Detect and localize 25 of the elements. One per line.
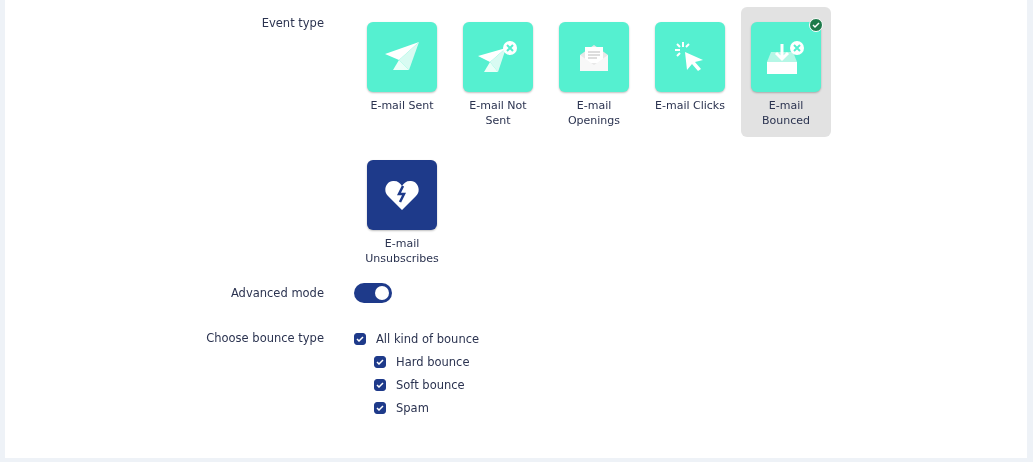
field-label: Choose bounce type <box>206 331 324 345</box>
inbox-cross-icon <box>767 40 805 74</box>
event-type-option[interactable]: E-mail Sent <box>357 7 447 137</box>
event-type-option[interactable]: E-mail Clicks <box>645 7 735 137</box>
check-badge-icon <box>809 18 823 32</box>
paper-plane-cross-icon <box>478 40 518 74</box>
open-envelope-icon <box>580 43 608 71</box>
cursor-click-icon <box>675 42 705 72</box>
checkbox-label: All kind of bounce <box>376 331 480 347</box>
event-type-option[interactable]: E-mail Bounced <box>741 7 831 137</box>
event-type-option[interactable]: E-mail Openings <box>549 7 639 137</box>
broken-heart-icon <box>385 180 419 210</box>
event-type-option[interactable]: E-mail Unsubscribes <box>357 145 447 275</box>
toggle-switch[interactable] <box>354 283 392 303</box>
checkbox[interactable] <box>374 356 386 368</box>
checkbox[interactable] <box>354 333 366 345</box>
event-type-option[interactable]: E-mail Not Sent <box>453 7 543 137</box>
checkbox[interactable] <box>374 379 386 391</box>
checkbox-label: Hard bounce <box>396 354 470 370</box>
paper-plane-icon <box>385 42 419 72</box>
checkbox[interactable] <box>374 402 386 414</box>
checkbox-label: Spam <box>396 400 429 416</box>
field-label: Advanced mode <box>230 286 324 300</box>
field-label: Event type <box>261 16 324 30</box>
checkbox-label: Soft bounce <box>396 377 465 393</box>
